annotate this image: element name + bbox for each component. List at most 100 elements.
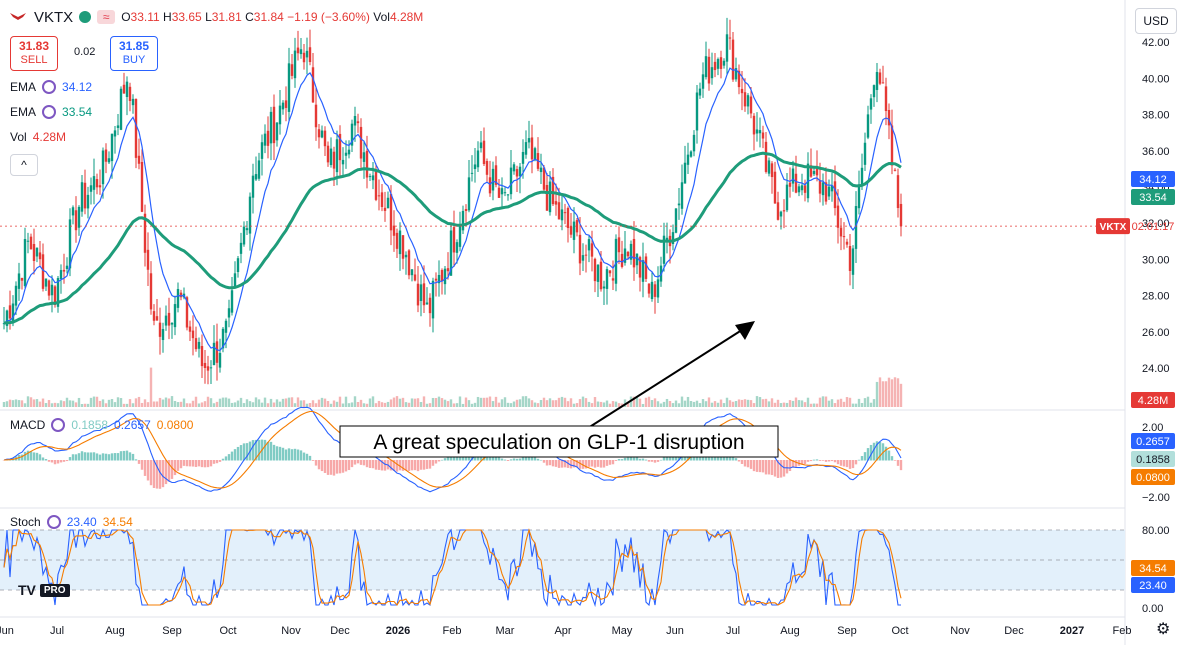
candle-body xyxy=(485,161,489,175)
candle-body xyxy=(680,182,684,209)
symbol-name[interactable]: VKTX xyxy=(34,9,73,26)
currency-selector[interactable]: USD xyxy=(1135,8,1177,34)
volume-bar xyxy=(140,402,144,407)
macd-hist-bar xyxy=(41,457,45,461)
stoch-legend[interactable]: Stoch 23.40 34.54 xyxy=(10,515,133,529)
macd-hist-bar xyxy=(518,458,522,461)
macd-hist-bar xyxy=(164,460,168,485)
volume-bar xyxy=(434,398,438,407)
macd-hist-bar xyxy=(815,459,819,461)
macd-hist-bar xyxy=(212,460,216,464)
volume-bar xyxy=(341,403,345,407)
candle-body xyxy=(677,203,681,206)
volume-bar xyxy=(359,399,363,407)
volume-bar xyxy=(818,397,822,407)
refresh-icon[interactable] xyxy=(42,105,57,119)
spread-value: 0.02 xyxy=(74,46,96,58)
macd-legend[interactable]: MACD 0.1858 0.2657 0.0800 xyxy=(10,418,193,432)
candle-body xyxy=(875,71,879,90)
macd-hist-bar xyxy=(269,441,273,461)
candle-body xyxy=(590,243,594,257)
volume-bar xyxy=(410,398,414,407)
candle-body xyxy=(410,269,414,276)
volume-bar xyxy=(302,400,306,407)
buy-button[interactable]: 31.85 BUY xyxy=(110,36,158,71)
candle-body xyxy=(425,302,429,305)
volume-bar xyxy=(656,401,660,407)
volume-bar xyxy=(176,402,180,407)
volume-legend[interactable]: Vol 4.28M xyxy=(10,130,66,144)
refresh-icon[interactable] xyxy=(51,418,66,432)
volume-bar xyxy=(833,403,837,407)
candle-body xyxy=(656,279,660,298)
macd-hist-bar xyxy=(110,453,114,461)
volume-bar xyxy=(347,403,351,407)
ema-slow-legend[interactable]: EMA 33.54 xyxy=(10,105,92,119)
volume-bar xyxy=(665,398,669,407)
volume-bar xyxy=(98,400,102,407)
macd-hist-bar xyxy=(833,460,837,463)
macd-hist-bar xyxy=(239,445,243,461)
volume-bar xyxy=(755,396,759,407)
macd-hist-bar xyxy=(113,453,117,461)
volume-bar xyxy=(236,400,240,407)
ema-fast-legend[interactable]: EMA 34.12 xyxy=(10,80,92,94)
tradingview-logo[interactable]: TV PRO xyxy=(18,582,70,598)
volume-bar xyxy=(803,402,807,407)
candle-body xyxy=(827,186,831,197)
volume-bar xyxy=(293,403,297,407)
candle-body xyxy=(722,60,726,66)
volume-bar xyxy=(686,396,690,407)
volume-bar xyxy=(212,403,216,407)
wave-icon[interactable]: ≈ xyxy=(97,10,116,24)
candle-body xyxy=(476,150,480,168)
macd-hist-bar xyxy=(56,460,60,464)
candle-body xyxy=(626,251,630,257)
volume-bar xyxy=(155,401,159,407)
volume-bar xyxy=(488,396,492,407)
volume-bar xyxy=(326,401,330,407)
macd-hist-bar xyxy=(365,460,369,468)
volume-bar xyxy=(125,403,129,407)
candle-body xyxy=(395,232,399,249)
refresh-icon[interactable] xyxy=(46,515,61,529)
volume-bar xyxy=(179,401,183,407)
volume-bar xyxy=(365,403,369,407)
volume-bar xyxy=(845,397,849,407)
candle-body xyxy=(152,311,156,321)
macd-hist-bar xyxy=(764,460,768,475)
volume-bar xyxy=(197,403,201,407)
macd-hist-bar xyxy=(230,451,234,461)
candle-body xyxy=(134,98,138,158)
volume-bar xyxy=(875,381,879,407)
sell-button[interactable]: 31.83 SELL xyxy=(10,36,58,71)
price-chart[interactable]: 24.0026.0028.0030.0032.0034.0036.0038.00… xyxy=(0,0,1200,645)
candle-body xyxy=(284,100,288,108)
gear-icon[interactable]: ⚙ xyxy=(1156,619,1170,639)
candle-body xyxy=(239,242,243,254)
volume-bar xyxy=(467,400,471,407)
candle-body xyxy=(893,169,897,171)
volume-bar xyxy=(143,399,147,407)
symbol-header: VKTX ≈ O33.11 H33.65 L31.81 C31.84 −1.19… xyxy=(8,6,423,28)
candle-body xyxy=(317,129,321,138)
macd-hist-bar xyxy=(236,446,240,461)
volume-bar xyxy=(278,401,282,407)
macd-hist-bar xyxy=(266,441,270,461)
macd-tick-label: 2.00 xyxy=(1142,422,1163,434)
candle-body xyxy=(593,258,597,282)
refresh-icon[interactable] xyxy=(42,80,57,94)
candle-body xyxy=(107,158,111,163)
macd-hist-bar xyxy=(863,452,867,461)
volume-bar xyxy=(65,397,69,407)
candle-body xyxy=(305,50,309,58)
candle-body xyxy=(86,194,90,209)
candle-body xyxy=(332,151,336,169)
candle-body xyxy=(380,192,384,208)
volume-bar xyxy=(545,400,549,407)
candle-body xyxy=(881,82,885,84)
volume-bar xyxy=(719,399,723,407)
volume-bar xyxy=(533,402,537,407)
volume-bar xyxy=(14,399,18,407)
collapse-legend-button[interactable]: ^ xyxy=(10,154,38,176)
